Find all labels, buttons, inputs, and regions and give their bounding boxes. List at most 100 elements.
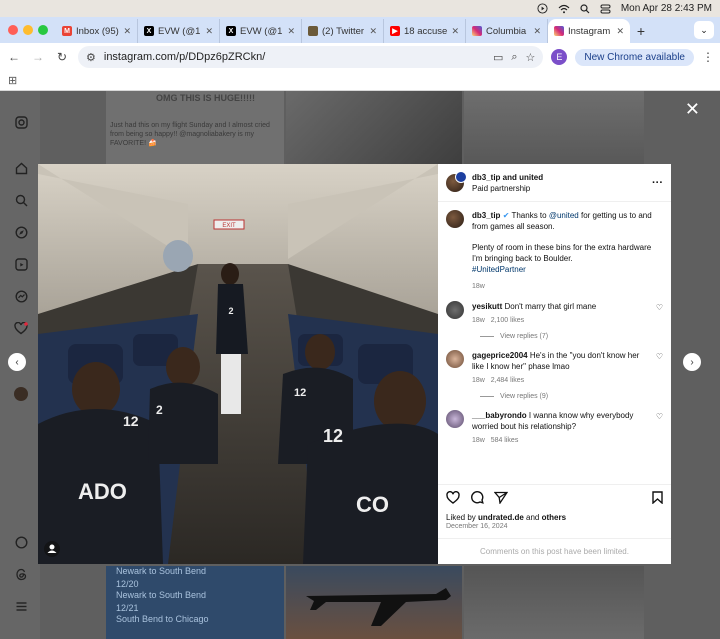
commenter-avatar[interactable] <box>446 301 464 319</box>
messenger-icon[interactable] <box>14 289 28 303</box>
view-replies-link[interactable]: View replies (7) <box>480 333 663 340</box>
hashtag-link[interactable]: #UnitedPartner <box>472 264 663 275</box>
post-photo[interactable]: EXIT 2 ADO 12 2 12 12 CO <box>38 164 438 564</box>
comment-likes[interactable]: 584 likes <box>491 437 519 444</box>
reload-icon[interactable]: ↻ <box>54 50 70 64</box>
next-post-button[interactable]: › <box>683 353 701 371</box>
close-icon[interactable]: ✕ <box>369 26 377 37</box>
wifi-icon[interactable] <box>558 4 570 14</box>
background-post[interactable] <box>464 91 644 165</box>
liked-by-user[interactable]: undrated.de <box>478 513 524 522</box>
tab-x-2[interactable]: X EVW (@1 ✕ <box>220 19 302 43</box>
tab-gmail[interactable]: M Inbox (95) ✕ <box>56 19 138 43</box>
route-line: Newark to South Bend <box>116 590 207 600</box>
new-chrome-available-button[interactable]: New Chrome available <box>575 48 694 66</box>
back-icon[interactable]: ← <box>6 50 22 64</box>
save-bookmark-icon[interactable] <box>652 490 663 507</box>
previous-post-button[interactable]: ‹ <box>8 353 26 371</box>
author-avatar[interactable] <box>446 210 464 228</box>
close-icon[interactable]: ✕ <box>616 26 624 37</box>
bookmark-star-icon[interactable]: ☆ <box>526 51 536 64</box>
tab-instagram[interactable]: Instagram ✕ <box>548 19 630 43</box>
instagram-icon <box>554 26 564 36</box>
new-tab-button[interactable]: + <box>630 23 652 43</box>
search-icon[interactable] <box>580 3 590 14</box>
site-settings-icon[interactable]: ⚙ <box>86 51 96 64</box>
home-icon[interactable] <box>14 161 28 175</box>
comment-likes[interactable]: 2,484 likes <box>491 377 524 384</box>
comment-age[interactable]: 18w <box>472 437 485 444</box>
view-replies-link[interactable]: View replies (9) <box>480 393 663 400</box>
more-menu-icon[interactable] <box>14 599 28 613</box>
close-icon[interactable]: ✕ <box>533 26 541 37</box>
background-post[interactable]: Newark to South Bend 12/20 Newark to Sou… <box>106 566 284 639</box>
comment-likes[interactable]: 2,100 likes <box>491 317 524 324</box>
caption-username[interactable]: db3_tip <box>472 211 500 220</box>
like-comment-heart-icon[interactable]: ♡ <box>656 350 663 386</box>
close-icon[interactable]: ✕ <box>287 26 295 37</box>
search-icon[interactable] <box>14 193 28 207</box>
gmail-icon: M <box>62 26 72 36</box>
instagram-logo-icon[interactable] <box>14 115 28 129</box>
minimize-window-button[interactable] <box>23 25 33 35</box>
svg-text:CO: CO <box>356 492 389 517</box>
liked-by-others[interactable]: others <box>542 513 566 522</box>
control-center-icon[interactable] <box>600 4 611 14</box>
close-icon[interactable]: ✕ <box>451 26 459 37</box>
address-bar[interactable]: ⚙ instagram.com/p/DDpz6pZRCkn/ ▭ ⌕ ☆ <box>78 46 544 68</box>
commenter-avatar[interactable] <box>446 350 464 368</box>
share-send-icon[interactable] <box>493 491 509 507</box>
close-icon[interactable]: ✕ <box>123 26 131 37</box>
post-author-names[interactable]: db3_tip and united <box>472 173 543 182</box>
like-comment-heart-icon[interactable]: ♡ <box>656 301 663 326</box>
explore-icon[interactable] <box>14 225 28 239</box>
paid-partnership-label[interactable]: Paid partnership <box>472 183 644 194</box>
liked-by: Liked by undrated.de and others <box>438 512 671 523</box>
tab-x-1[interactable]: X EVW (@1 ✕ <box>138 19 220 43</box>
comment-username[interactable]: gageprice2004 <box>472 351 528 360</box>
comment-bubble-icon[interactable] <box>470 490 484 507</box>
close-window-button[interactable] <box>8 25 18 35</box>
comment-age[interactable]: 18w <box>472 377 485 384</box>
comments-list: db3_tip ✔ Thanks to @united for getting … <box>438 202 671 484</box>
reels-icon[interactable] <box>14 257 28 271</box>
tab-label: Columbia <box>486 25 527 37</box>
svg-text:12: 12 <box>294 387 306 399</box>
caption-age[interactable]: 18w <box>472 281 663 292</box>
comment-username[interactable]: ___babyrondo <box>472 411 527 420</box>
chrome-menu-icon[interactable]: ⋮ <box>702 50 714 64</box>
notifications-heart-icon[interactable] <box>14 321 28 335</box>
install-app-icon[interactable]: ▭ <box>493 51 503 64</box>
play-icon[interactable] <box>537 3 548 14</box>
threads-icon[interactable] <box>14 567 28 581</box>
background-post[interactable]: OMG THIS IS HUGE!!!!! Just had this on m… <box>106 91 284 165</box>
zoom-window-button[interactable] <box>38 25 48 35</box>
tab-columbia[interactable]: Columbia ✕ <box>466 19 548 43</box>
meta-ai-icon[interactable] <box>14 535 28 549</box>
url-text[interactable]: instagram.com/p/DDpz6pZRCkn/ <box>104 51 485 63</box>
tab-youtube[interactable]: ▶ 18 accuse ✕ <box>384 19 466 43</box>
close-icon[interactable]: ✕ <box>205 26 213 37</box>
like-heart-icon[interactable] <box>446 490 460 507</box>
commenter-avatar[interactable] <box>446 410 464 428</box>
background-post[interactable] <box>286 91 462 165</box>
background-post[interactable] <box>464 566 644 639</box>
profile-avatar[interactable]: E <box>551 49 568 65</box>
caption: db3_tip ✔ Thanks to @united for getting … <box>446 210 663 292</box>
tab-twitter[interactable]: (2) Twitter ✕ <box>302 19 384 43</box>
comment-age[interactable]: 18w <box>472 317 485 324</box>
like-comment-heart-icon[interactable]: ♡ <box>656 410 663 446</box>
profile-avatar[interactable] <box>14 387 28 401</box>
background-post[interactable] <box>286 566 462 639</box>
apps-grid-icon[interactable]: ⊞ <box>8 74 17 87</box>
author-avatar[interactable] <box>446 170 467 192</box>
zoom-icon[interactable]: ⌕ <box>511 51 517 64</box>
tab-search-button[interactable]: ⌄ <box>694 21 714 39</box>
more-options-icon[interactable]: ··· <box>652 177 663 189</box>
comment-username[interactable]: yesikutt <box>472 302 502 311</box>
airplane-silhouette-icon <box>306 588 451 626</box>
post-date[interactable]: December 16, 2024 <box>438 523 671 538</box>
forward-icon[interactable]: → <box>30 50 46 64</box>
mention-link[interactable]: @united <box>549 211 579 220</box>
close-modal-icon[interactable]: ✕ <box>685 99 700 120</box>
